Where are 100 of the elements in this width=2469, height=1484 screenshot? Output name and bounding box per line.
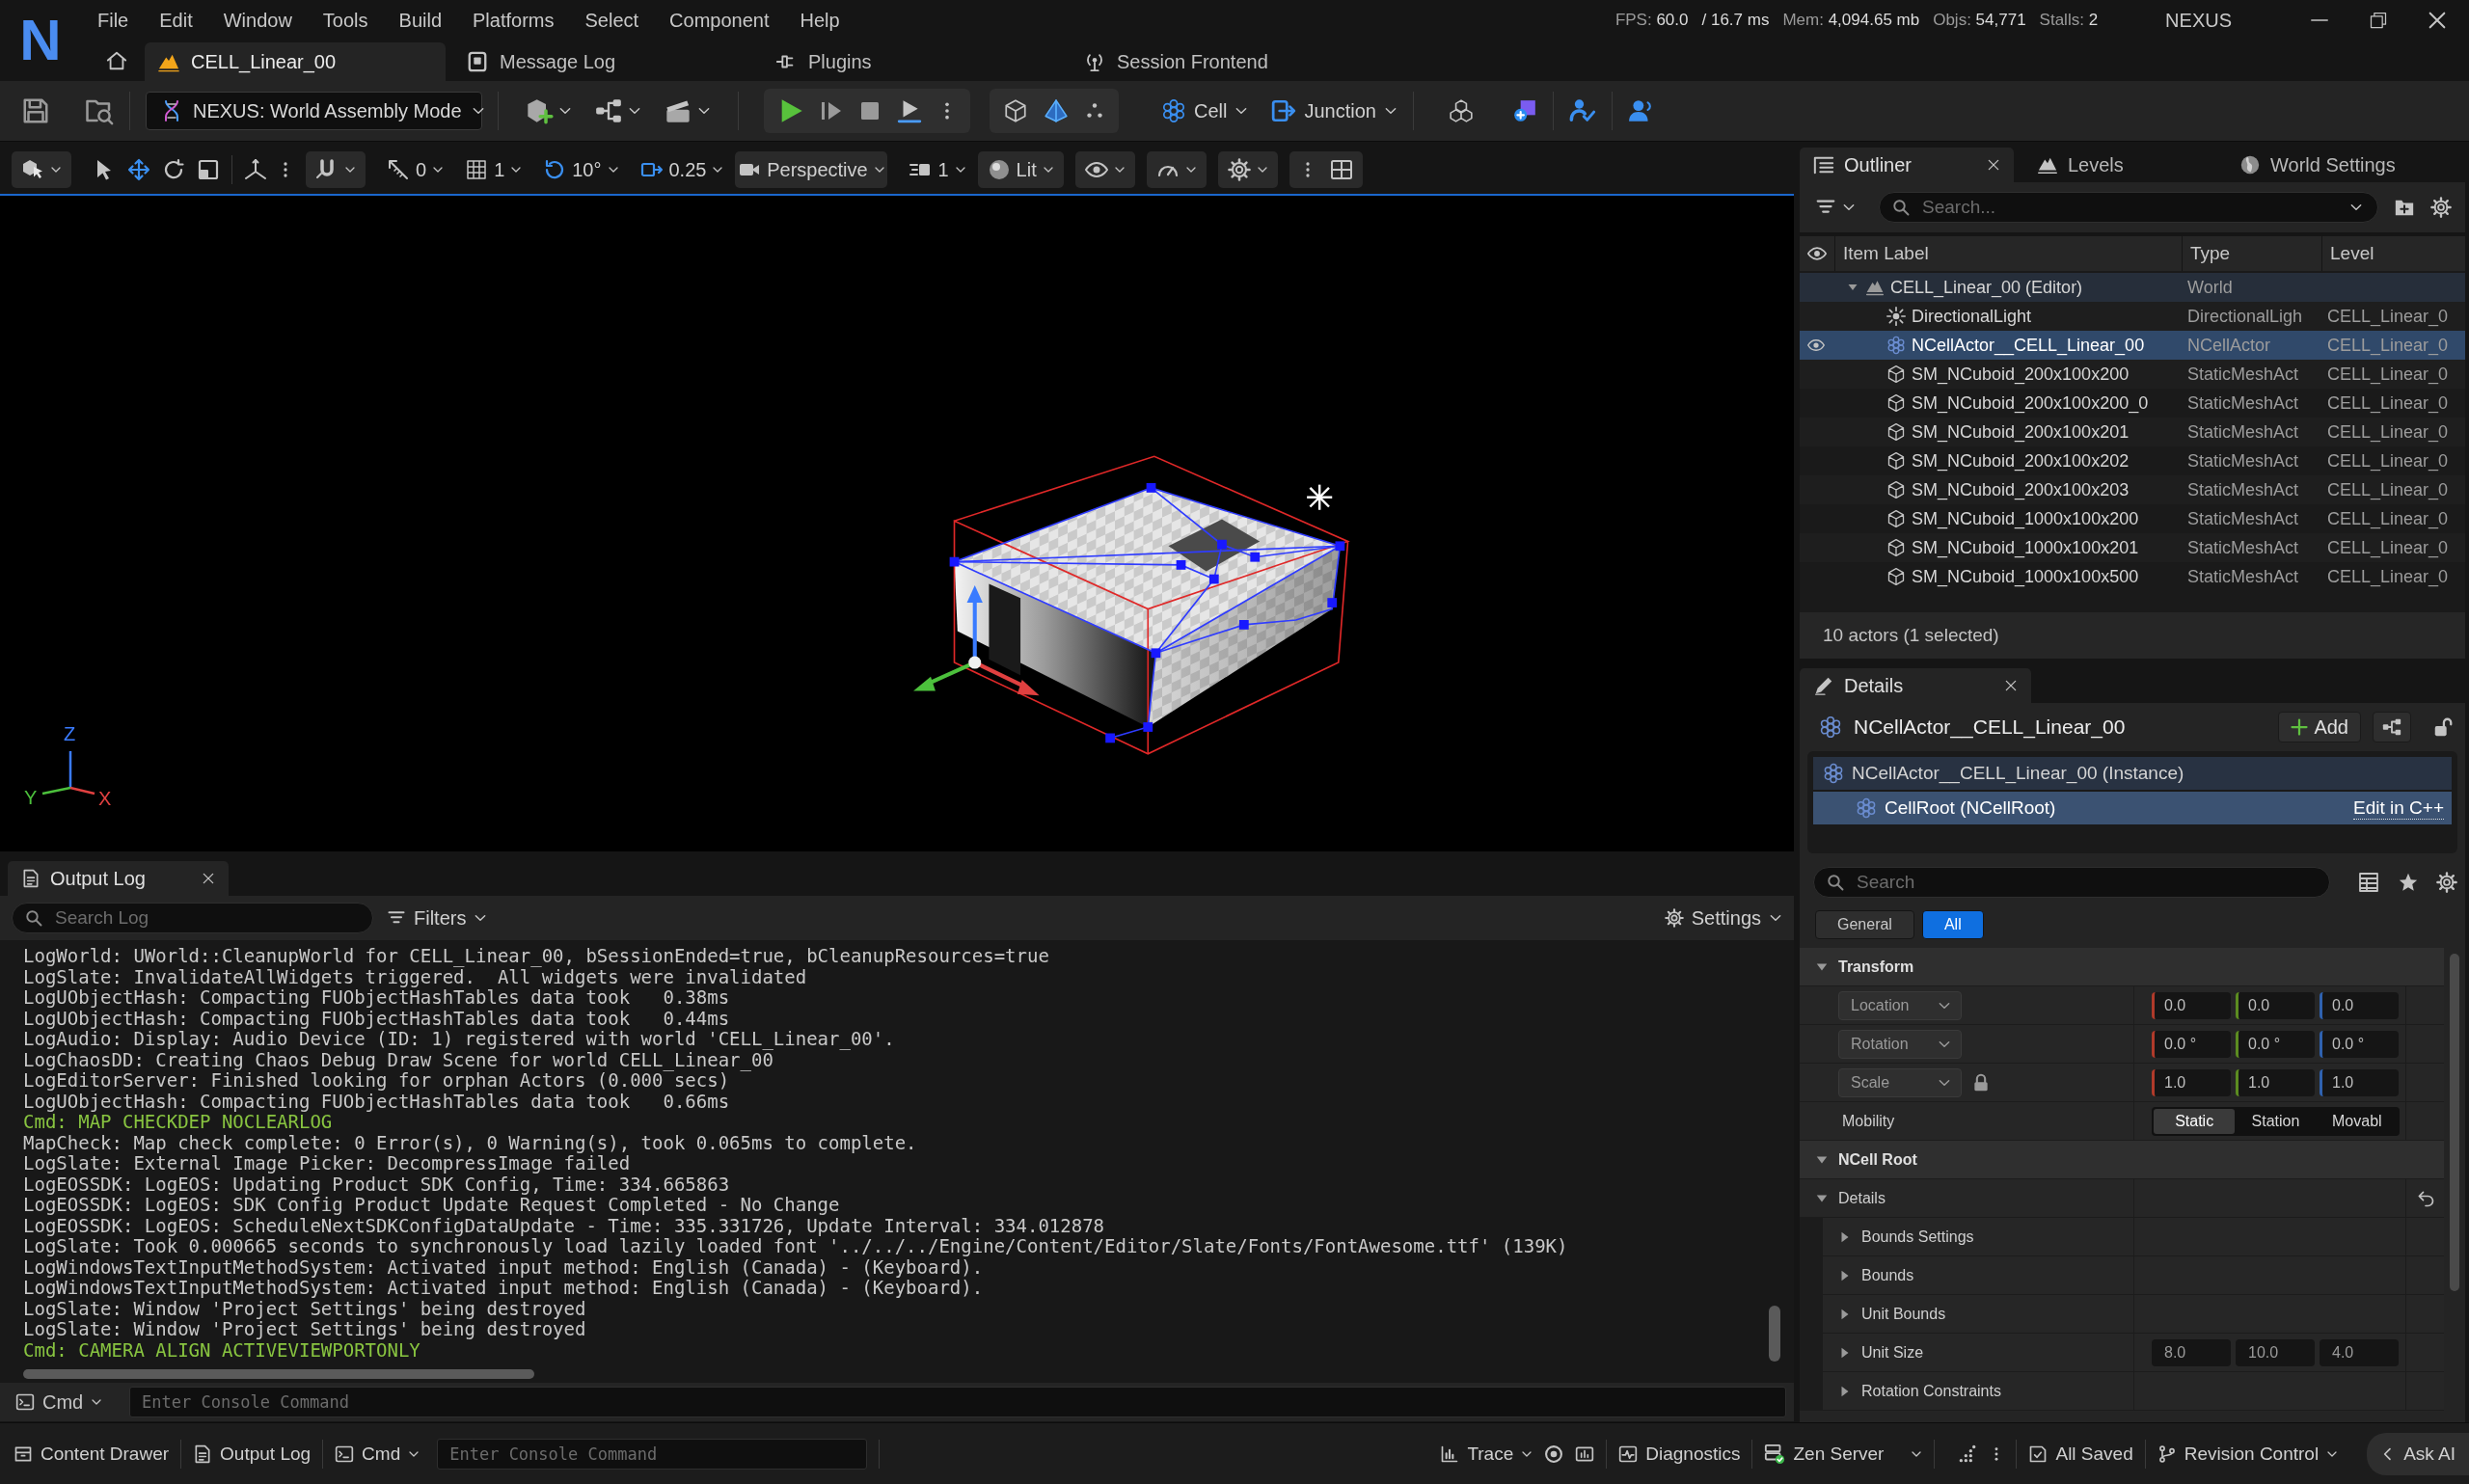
outliner-row[interactable]: SM_NCuboid_200x100x200 StaticMeshAct CELL_Linear_0 (1800, 360, 2465, 389)
person-check-icon[interactable] (1568, 97, 1596, 124)
panel-tab[interactable]: Levels (2023, 148, 2178, 182)
document-tab[interactable]: Message Log (453, 42, 754, 81)
property-dropdown[interactable]: Rotation (1838, 1029, 1962, 1059)
pyramid-icon[interactable] (1044, 98, 1069, 123)
save-icon[interactable] (21, 96, 50, 125)
surface-snap-dropdown[interactable] (306, 151, 366, 188)
trace-dropdown[interactable]: Trace (1440, 1443, 1533, 1465)
settings-icon[interactable] (2430, 197, 2452, 218)
number-field[interactable]: 1.0 (2152, 1068, 2231, 1096)
settings-icon[interactable] (2436, 872, 2457, 893)
segment-button[interactable]: Static (2154, 1108, 2236, 1134)
cube-icon[interactable] (1003, 98, 1028, 123)
menu-item[interactable]: Help (784, 5, 855, 36)
component-row[interactable]: CellRoot (NCellRoot) Edit in C++ (1813, 792, 2452, 824)
number-field[interactable]: 10.0 (2236, 1338, 2315, 1366)
search-field[interactable]: Search Log (12, 903, 373, 933)
console-mode-dropdown[interactable]: Cmd (335, 1443, 421, 1465)
table-icon[interactable] (2357, 871, 2380, 894)
status-bar-button[interactable]: Content Drawer (14, 1443, 170, 1465)
star-icon[interactable] (2398, 872, 2419, 893)
record-icon[interactable] (1544, 1444, 1564, 1464)
column-header[interactable]: Level (2330, 243, 2374, 264)
add-component-button[interactable]: Add (2278, 712, 2361, 742)
outliner-row[interactable]: SM_NCuboid_1000x100x500 StaticMeshAct CELL_Linear_0 (1800, 562, 2465, 591)
eye-icon[interactable] (1807, 337, 1825, 354)
close-icon[interactable] (2427, 10, 2448, 31)
menu-item[interactable]: File (82, 5, 145, 36)
column-header[interactable]: Type (2190, 243, 2231, 264)
scrollbar-thumb[interactable] (1769, 1306, 1780, 1362)
axes-icon[interactable] (244, 158, 267, 181)
play-underline-icon[interactable] (897, 98, 922, 123)
number-field[interactable]: 0.0 ° (2236, 1030, 2315, 1058)
home-icon[interactable] (106, 50, 127, 71)
document-tab[interactable]: Session Frontend (1071, 42, 1371, 81)
menu-item[interactable]: Window (207, 5, 308, 36)
close-icon[interactable] (202, 872, 215, 885)
search-field[interactable]: Search (1813, 867, 2330, 898)
menu-item[interactable]: Select (569, 5, 655, 36)
diagnostics-button[interactable]: Diagnostics (1618, 1443, 1741, 1465)
cubes-icon[interactable] (1448, 98, 1474, 123)
console-input[interactable]: Enter Console Command (129, 1387, 1786, 1417)
panel-tab[interactable]: Output Log (8, 861, 229, 896)
edit-code-link[interactable]: Edit in C++ (2353, 796, 2444, 820)
outliner-row[interactable]: SM_NCuboid_200x100x200_0 StaticMeshAct CELL_Linear_0 (1800, 389, 2465, 418)
open-lock-icon[interactable] (2432, 716, 2454, 738)
tool-menu-dropdown[interactable]: Cell (1161, 98, 1249, 123)
lock-icon[interactable] (1971, 1072, 1991, 1093)
number-field[interactable]: 8.0 (2152, 1338, 2231, 1366)
lighting-mode-dropdown[interactable]: Lit (977, 151, 1064, 188)
menu-item[interactable]: Tools (307, 5, 384, 36)
component-row[interactable]: NCellActor__CELL_Linear_00 (Instance) (1813, 757, 2452, 790)
section-header[interactable]: NCell Root (1800, 1141, 2444, 1179)
reset-arrow-icon[interactable] (2415, 1188, 2435, 1208)
panel-tab[interactable]: World Settings (2226, 148, 2448, 182)
snap-dropdown[interactable]: 0 (387, 158, 445, 181)
filter-chip[interactable]: All (1921, 910, 1984, 939)
number-field[interactable]: 1.0 (2320, 1068, 2399, 1096)
property-dropdown[interactable]: Location (1838, 990, 1962, 1020)
console-mode-dropdown[interactable]: Cmd (15, 1390, 116, 1414)
mode-dropdown[interactable]: NEXUS: World Assembly Mode (146, 92, 482, 130)
number-field[interactable]: 0.0 ° (2320, 1030, 2399, 1058)
scale-icon[interactable] (197, 158, 220, 181)
number-field[interactable]: 0.0 (2152, 991, 2231, 1019)
close-icon[interactable] (1987, 158, 2000, 172)
snap-dropdown[interactable]: 10° (543, 158, 619, 181)
view-mode-dropdown[interactable]: Perspective (735, 151, 888, 188)
number-field[interactable]: 1.0 (2236, 1068, 2315, 1096)
step-forward-icon[interactable] (820, 99, 843, 122)
document-tab[interactable]: CELL_Linear_00 (145, 42, 446, 81)
number-field[interactable]: 0.0 ° (2152, 1030, 2231, 1058)
filter-chip[interactable]: General (1815, 910, 1914, 939)
tool-menu-dropdown[interactable]: Junction (1271, 98, 1397, 123)
console-input[interactable]: Enter Console Command (437, 1438, 868, 1470)
document-tab[interactable]: Plugins (762, 42, 1063, 81)
status-bar-button[interactable]: Output Log (193, 1443, 312, 1465)
rotate-icon[interactable] (162, 158, 185, 181)
number-field[interactable]: 0.0 (2320, 991, 2399, 1019)
ask-ai-button[interactable]: Ask AI (2367, 1432, 2469, 1475)
square-plus-badge-icon[interactable] (1511, 98, 1537, 123)
viewport-settings-dropdown[interactable] (1217, 151, 1278, 188)
column-header[interactable]: Item Label (1843, 243, 1929, 264)
close-icon[interactable] (2004, 679, 2018, 692)
scrollbar-thumb[interactable] (23, 1369, 534, 1379)
stop-icon[interactable] (858, 99, 882, 122)
node-tree-button[interactable] (2373, 712, 2411, 742)
menu-item[interactable]: Component (654, 5, 785, 36)
performance-dropdown[interactable] (1146, 151, 1207, 188)
settings-dropdown[interactable]: Settings (1664, 906, 1782, 930)
segment-button[interactable]: Station (2235, 1108, 2317, 1134)
menu-item[interactable]: Platforms (457, 5, 570, 36)
panel-tab[interactable]: Outliner (1800, 148, 2014, 182)
camera-speed-dropdown[interactable]: 1 (909, 158, 966, 181)
scrollbar-thumb[interactable] (2450, 954, 2459, 1291)
number-field[interactable]: 0.0 (2236, 991, 2315, 1019)
segment-button[interactable]: Movabl (2316, 1108, 2398, 1134)
eye-icon[interactable] (1807, 244, 1827, 263)
show-dropdown[interactable] (1074, 151, 1135, 188)
move-icon[interactable] (127, 158, 150, 181)
